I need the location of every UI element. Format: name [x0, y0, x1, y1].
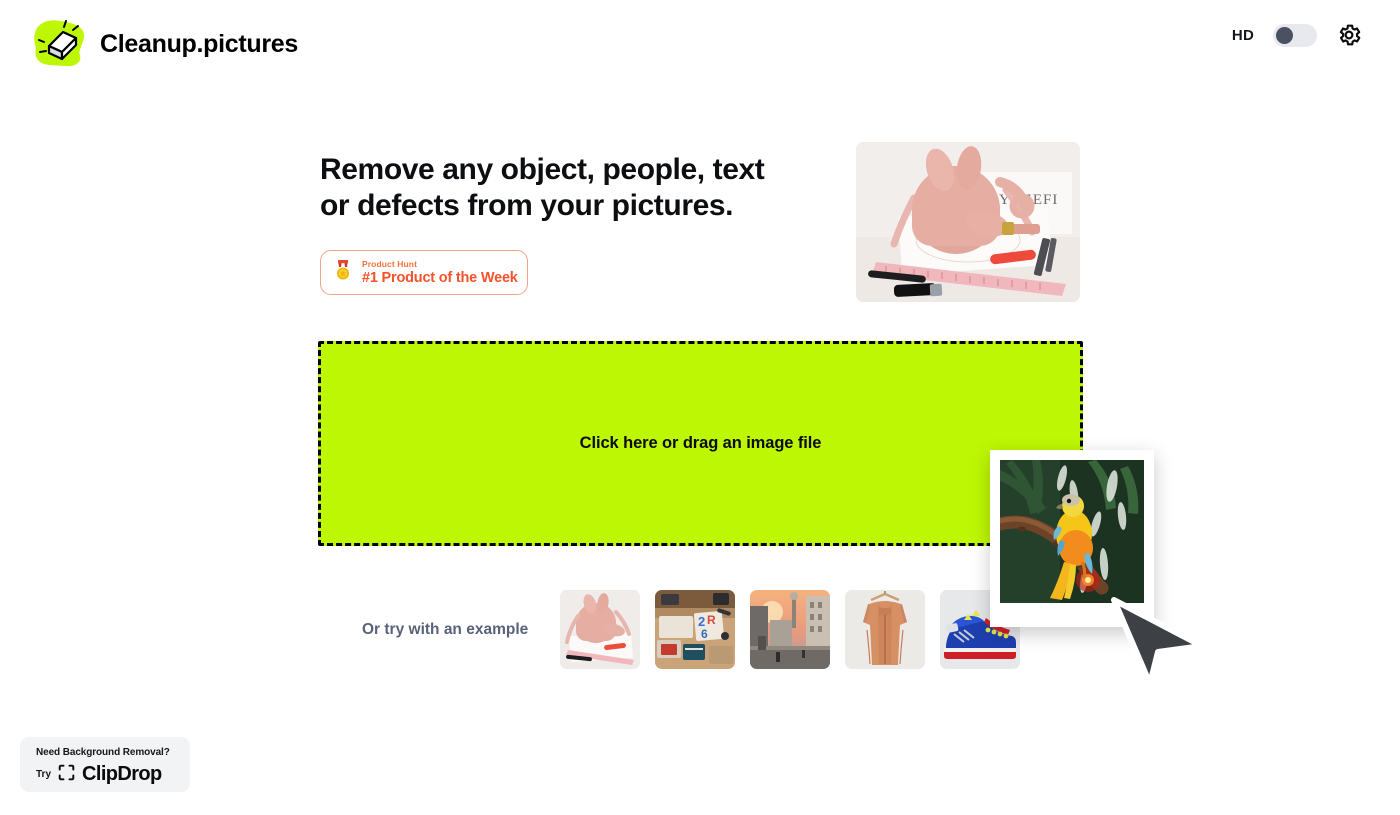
clipdrop-product-name: ClipDrop — [82, 763, 162, 785]
hd-label: HD — [1231, 26, 1254, 44]
svg-text:6: 6 — [701, 627, 708, 641]
header-controls: HD — [1232, 22, 1362, 48]
hd-toggle-knob — [1276, 26, 1293, 44]
hero-text-block: Remove any object, people, text or defec… — [320, 152, 840, 295]
example-thumb-blue-sneaker[interactable] — [940, 590, 1021, 669]
orange-jacket-image — [845, 590, 926, 669]
clipdrop-title: Need Background Removal? — [36, 747, 170, 758]
product-hunt-texts: Product Hunt #1 Product of the Week — [362, 258, 518, 286]
desk-workspace-image: 2 R 6 — [655, 590, 736, 669]
upload-dropzone[interactable]: Click here or drag an image file — [318, 341, 1083, 546]
clipdrop-promo[interactable]: Need Background Removal? Try ClipDrop — [20, 737, 190, 792]
examples-row: Or try with an example 2 R 6 — [362, 590, 1021, 669]
example-thumb-city-street[interactable] — [750, 590, 831, 669]
brand-name: Cleanup.pictures — [100, 29, 299, 58]
app-header: Cleanup.pictures HD — [0, 0, 1400, 88]
brand-logo-group[interactable]: Cleanup.pictures — [28, 18, 298, 70]
blue-sneaker-image — [940, 590, 1021, 669]
gear-icon — [1339, 24, 1361, 46]
hero-image: YUZEFI LONDON — [856, 142, 1080, 302]
page-title: Remove any object, people, text or defec… — [320, 153, 765, 222]
hd-toggle[interactable] — [1273, 23, 1317, 47]
example-thumb-orange-jacket[interactable] — [845, 590, 926, 669]
product-hunt-main-label: #1 Product of the Week — [362, 270, 518, 286]
settings-button[interactable] — [1336, 22, 1362, 48]
eraser-logo-icon — [28, 18, 90, 70]
product-hunt-top-label: Product Hunt — [362, 258, 418, 269]
example-thumb-desk-workspace[interactable]: 2 R 6 — [655, 590, 736, 669]
arrow-cursor — [1111, 597, 1205, 687]
pink-bag-image — [560, 590, 641, 669]
product-hunt-badge[interactable]: Product Hunt #1 Product of the Week — [320, 250, 528, 295]
clipdrop-cta-row: Try ClipDrop — [36, 763, 178, 786]
examples-label: Or try with an example — [362, 620, 529, 638]
clipdrop-try-label: Try — [36, 769, 52, 780]
dropzone-label: Click here or drag an image file — [579, 434, 822, 452]
example-thumb-pink-bag[interactable] — [560, 590, 641, 669]
page-root: Cleanup.pictures HD Remove any object, p… — [0, 0, 1400, 815]
city-street-image — [750, 590, 831, 669]
crop-brackets-icon — [58, 764, 75, 786]
medal-icon — [333, 259, 353, 286]
hero-image-graphic: YUZEFI LONDON — [856, 142, 1080, 302]
svg-text:R: R — [707, 613, 716, 627]
